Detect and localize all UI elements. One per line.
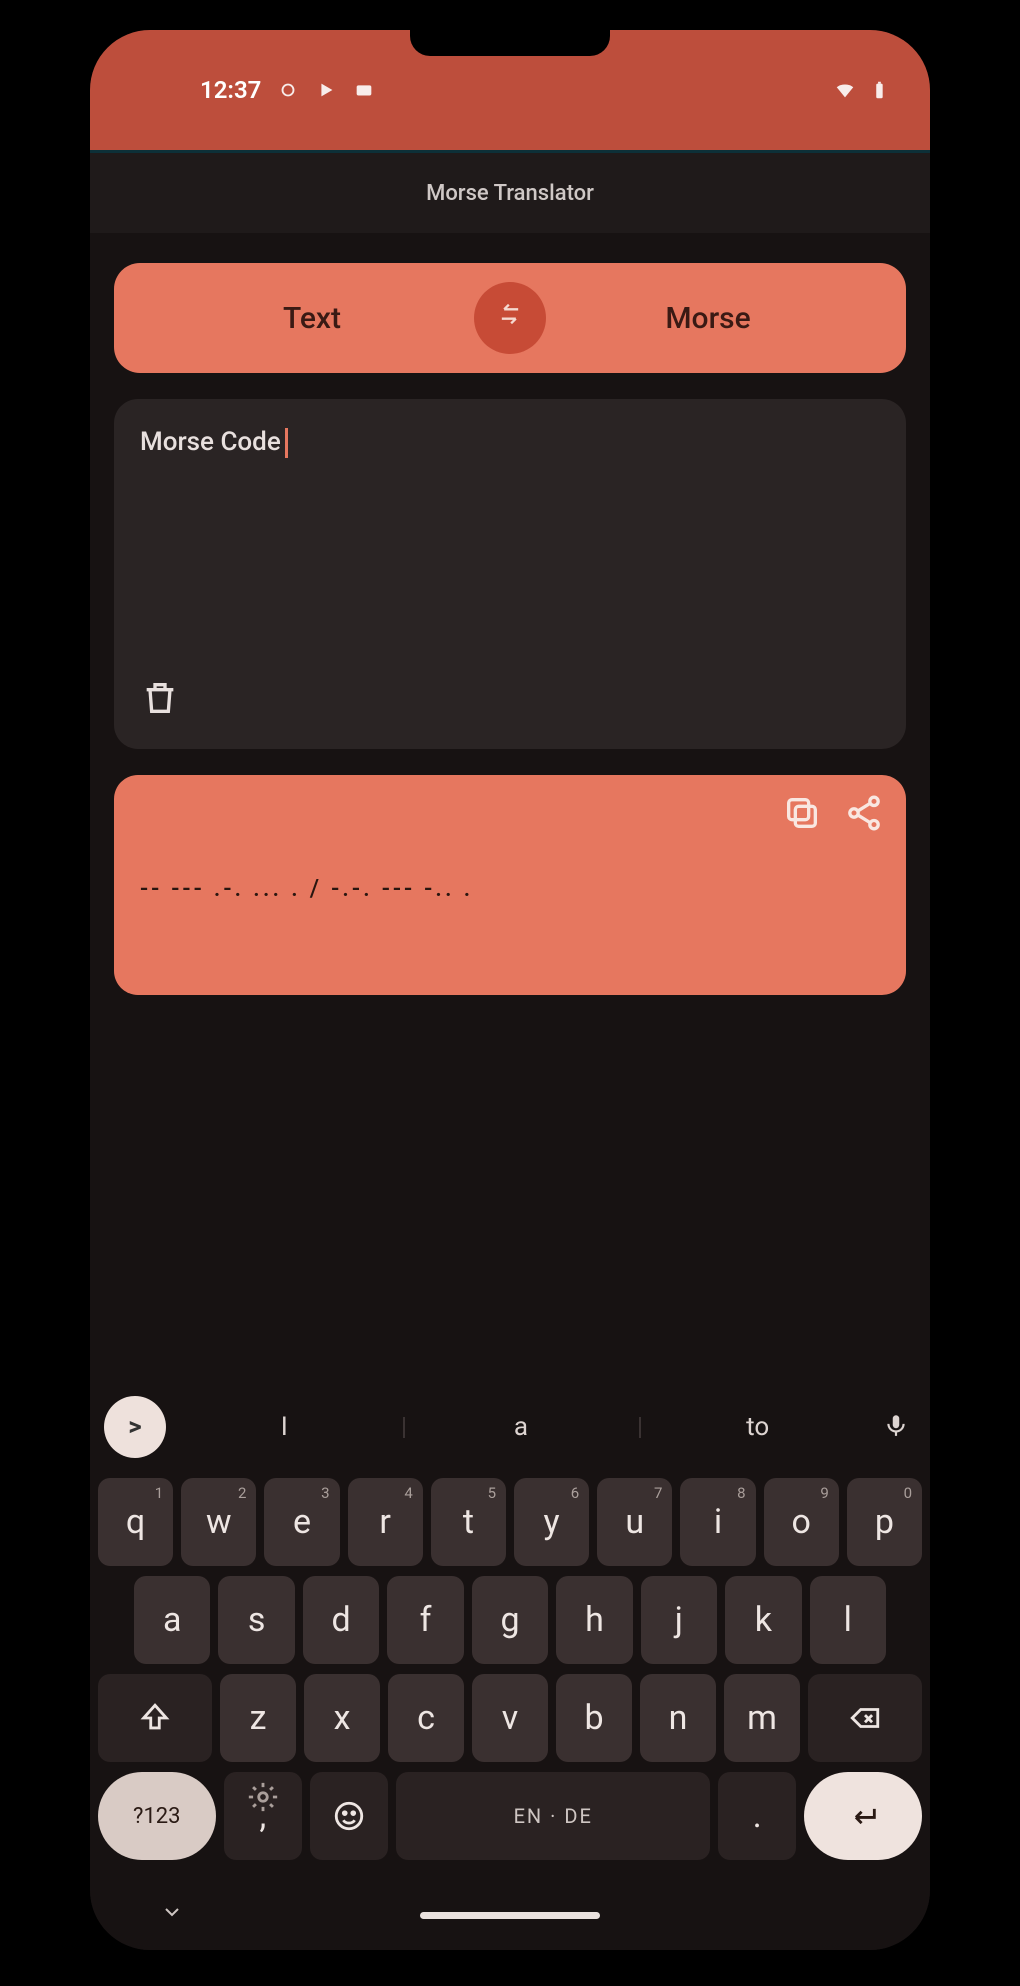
keyboard-collapse-icon[interactable] — [160, 1900, 184, 1930]
key-z[interactable]: z — [220, 1674, 296, 1762]
period-key[interactable]: . — [718, 1772, 796, 1860]
space-key[interactable]: EN · DE — [396, 1772, 710, 1860]
copy-button[interactable] — [782, 793, 822, 837]
key-y[interactable]: y6 — [514, 1478, 589, 1566]
space-key-label: EN · DE — [514, 1804, 593, 1828]
mode-text[interactable]: Text — [114, 301, 510, 336]
gesture-handle[interactable] — [420, 1912, 600, 1919]
swap-button[interactable] — [474, 282, 546, 354]
shift-key[interactable] — [98, 1674, 212, 1762]
morse-output: -- --- .-. ... . / -.-. --- -.. . — [140, 869, 880, 907]
backspace-key[interactable] — [808, 1674, 922, 1762]
key-u[interactable]: u7 — [597, 1478, 672, 1566]
share-icon — [844, 793, 884, 833]
keyboard: > I a to q1w2e3r4t5y6u7i8o9p0 asdfghjkl … — [90, 1382, 930, 1950]
emoji-key[interactable] — [310, 1772, 388, 1860]
wifi-icon — [834, 79, 856, 101]
keyboard-row-1: q1w2e3r4t5y6u7i8o9p0 — [98, 1478, 922, 1566]
device-frame: 12:37 Morse Translator Text — [90, 30, 930, 1950]
key-r[interactable]: r4 — [348, 1478, 423, 1566]
keyboard-row-4: ?123 , EN · DE . — [98, 1772, 922, 1860]
keyboard-row-3: zxcvbnm — [98, 1674, 922, 1762]
suggestion-bar: > I a to — [90, 1382, 930, 1472]
gesture-nav-bar — [90, 1880, 930, 1950]
emoji-icon — [332, 1799, 366, 1833]
key-n[interactable]: n — [640, 1674, 716, 1762]
enter-icon — [846, 1799, 880, 1833]
key-m[interactable]: m — [724, 1674, 800, 1762]
app-bar: Morse Translator — [90, 153, 930, 233]
key-k[interactable]: k — [725, 1576, 801, 1664]
mode-morse[interactable]: Morse — [510, 301, 906, 336]
share-button[interactable] — [844, 793, 884, 837]
key-x[interactable]: x — [304, 1674, 380, 1762]
key-h[interactable]: h — [556, 1576, 632, 1664]
key-w[interactable]: w2 — [181, 1478, 256, 1566]
suggestion-expand-button[interactable]: > — [104, 1396, 166, 1458]
trash-icon — [140, 695, 180, 725]
suggestion-1[interactable]: I — [166, 1412, 403, 1442]
key-o[interactable]: o9 — [764, 1478, 839, 1566]
mode-toggle: Text Morse — [114, 263, 906, 373]
backspace-icon — [848, 1701, 882, 1735]
symnum-key[interactable]: ?123 — [98, 1772, 216, 1860]
key-l[interactable]: l — [810, 1576, 886, 1664]
swap-icon — [496, 300, 524, 336]
key-c[interactable]: c — [388, 1674, 464, 1762]
enter-key[interactable] — [804, 1772, 922, 1860]
key-j[interactable]: j — [641, 1576, 717, 1664]
keyboard-row-2: asdfghjkl — [98, 1576, 922, 1664]
key-b[interactable]: b — [556, 1674, 632, 1762]
shift-icon — [138, 1701, 172, 1735]
suggestion-2[interactable]: a — [403, 1412, 640, 1442]
key-t[interactable]: t5 — [431, 1478, 506, 1566]
card-icon — [353, 79, 375, 101]
app-title: Morse Translator — [426, 181, 594, 206]
clear-button[interactable] — [140, 678, 180, 725]
key-p[interactable]: p0 — [847, 1478, 922, 1566]
text-input-value: Morse Code — [140, 427, 281, 457]
key-a[interactable]: a — [134, 1576, 210, 1664]
key-e[interactable]: e3 — [264, 1478, 339, 1566]
mic-icon — [883, 1412, 909, 1438]
battery-icon — [868, 79, 890, 101]
key-s[interactable]: s — [218, 1576, 294, 1664]
notification-dot-icon — [277, 79, 299, 101]
copy-icon — [782, 793, 822, 833]
settings-hint-icon — [246, 1780, 280, 1818]
key-v[interactable]: v — [472, 1674, 548, 1762]
output-card: -- --- .-. ... . / -.-. --- -.. . — [114, 775, 906, 995]
text-cursor — [285, 428, 288, 458]
key-i[interactable]: i8 — [680, 1478, 755, 1566]
comma-key[interactable]: , — [224, 1772, 302, 1860]
key-f[interactable]: f — [387, 1576, 463, 1664]
mic-button[interactable] — [876, 1412, 916, 1442]
content-area: Text Morse Morse Code — [90, 233, 930, 995]
status-time: 12:37 — [200, 76, 261, 104]
key-d[interactable]: d — [303, 1576, 379, 1664]
text-input-card[interactable]: Morse Code — [114, 399, 906, 749]
notch — [410, 30, 610, 56]
suggestion-3[interactable]: to — [639, 1412, 876, 1442]
key-q[interactable]: q1 — [98, 1478, 173, 1566]
play-icon — [315, 79, 337, 101]
key-g[interactable]: g — [472, 1576, 548, 1664]
